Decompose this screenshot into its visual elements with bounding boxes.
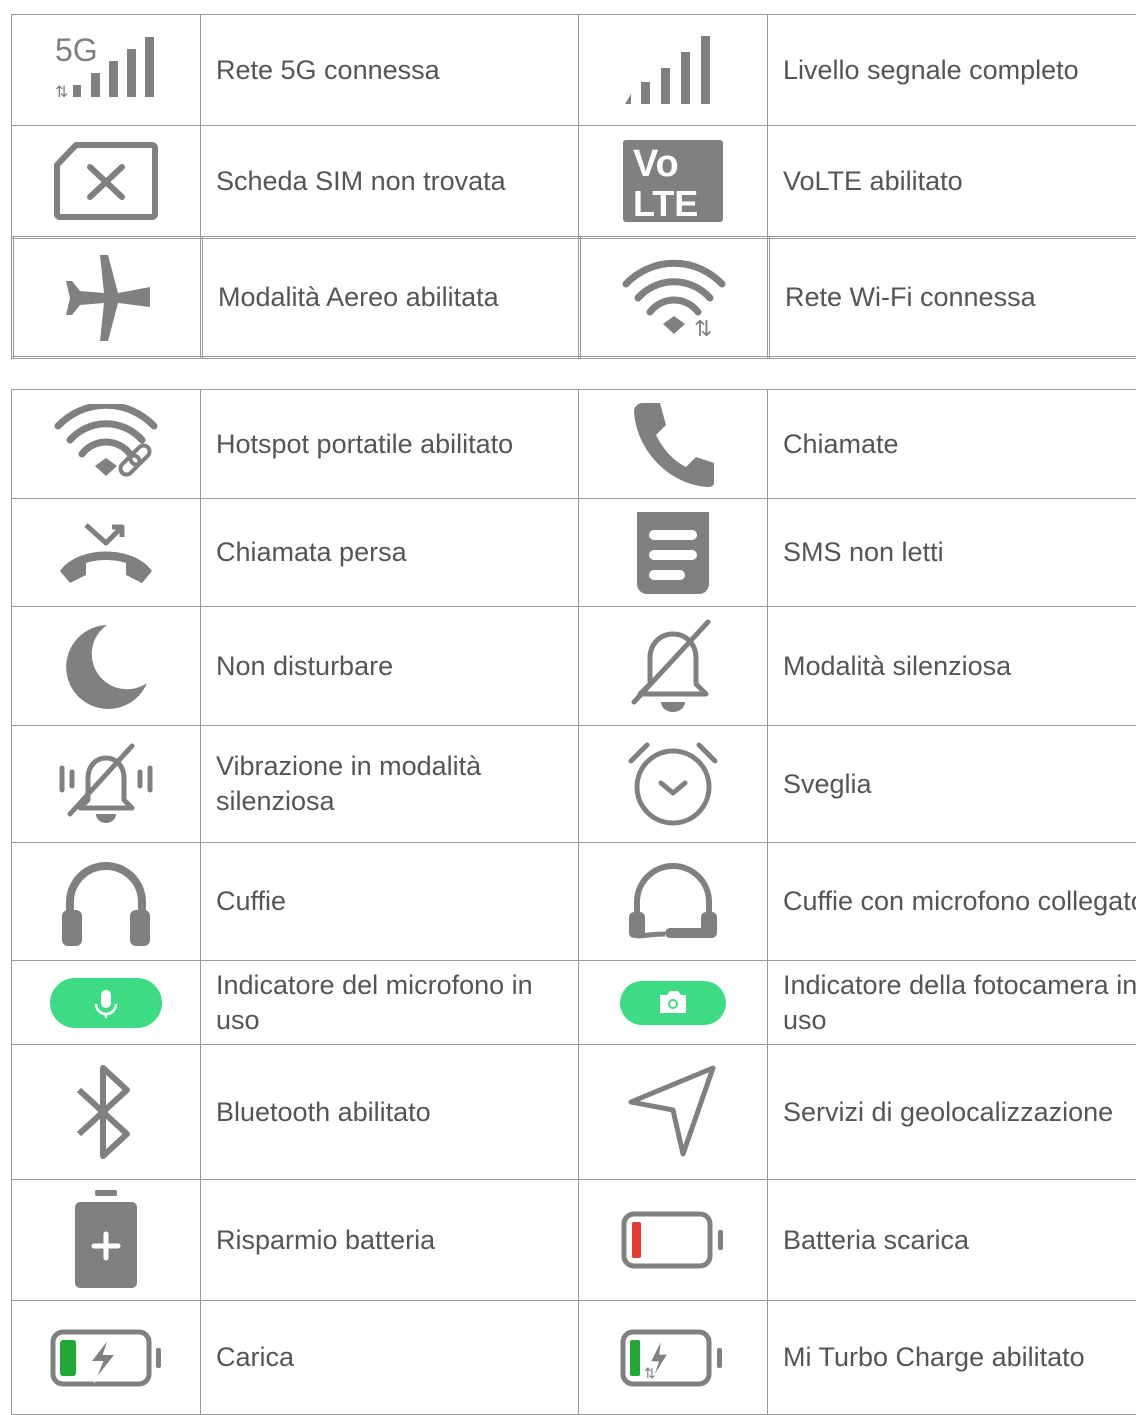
- moon-icon: [61, 621, 151, 711]
- icon-cell: Vo LTE: [579, 126, 768, 237]
- status-label: Non disturbare: [201, 607, 579, 726]
- battery-saver-icon: [73, 1190, 139, 1290]
- bell-off-icon: [628, 618, 718, 714]
- phone-icon: [628, 399, 718, 489]
- svg-text:⇅: ⇅: [55, 84, 68, 101]
- status-label: Modalità Aereo abilitata: [202, 238, 580, 358]
- wifi-icon: ⇅: [622, 258, 726, 338]
- icon-cell: [579, 726, 768, 843]
- table-row: Chiamata persa SMS non letti: [12, 499, 1136, 607]
- icon-cell: [579, 1180, 768, 1301]
- icon-cell: [12, 499, 201, 607]
- icon-cell: [579, 15, 768, 126]
- status-label: SMS non letti: [768, 499, 1136, 607]
- icon-cell: [12, 726, 201, 843]
- status-label: Indicatore del microfono in uso: [201, 961, 579, 1045]
- table-row: Risparmio batteria Batteria scarica: [12, 1180, 1136, 1301]
- table-row: Hotspot portatile abilitato Chiamate: [12, 390, 1136, 499]
- status-label: Rete Wi-Fi connessa: [769, 238, 1136, 358]
- svg-text:LTE: LTE: [633, 183, 698, 222]
- headphones-icon: [60, 856, 152, 948]
- table-row: Carica ⇅ Mi Turbo Charge abilitato: [12, 1301, 1136, 1415]
- table-row: Indicatore del microfono in uso Indicato…: [12, 961, 1136, 1045]
- status-label: Batteria scarica: [768, 1180, 1136, 1301]
- vibrate-silent-icon: [58, 742, 154, 826]
- status-label: Chiamate: [768, 390, 1136, 499]
- status-label: Modalità silenziosa: [768, 607, 1136, 726]
- status-label: Cuffie con microfono collegato: [768, 843, 1136, 961]
- icon-cell: [12, 390, 201, 499]
- location-icon: [627, 1064, 719, 1160]
- status-label: Rete 5G connessa: [201, 15, 579, 126]
- status-label: Vibrazione in modalità silenziosa: [201, 726, 579, 843]
- status-label: VoLTE abilitato: [768, 126, 1136, 237]
- table-row: Non disturbare Modalità silenziosa: [12, 607, 1136, 726]
- status-label: Indicatore della fotocamera in uso: [768, 961, 1136, 1045]
- status-label: Livello segnale completo: [768, 15, 1136, 126]
- table-row: Cuffie Cuffie con microfono collegato: [12, 843, 1136, 961]
- icon-cell: [12, 126, 201, 237]
- table-row: 5G ⇅ Rete 5G connessa Livello segnale co…: [12, 15, 1136, 126]
- icon-cell: [579, 961, 768, 1045]
- table-row: Scheda SIM non trovata Vo LTE VoLTE abil…: [12, 126, 1136, 237]
- icon-cell: [12, 1180, 201, 1301]
- icon-cell: [12, 843, 201, 961]
- hotspot-icon: [54, 404, 158, 484]
- icon-cell: [579, 1045, 768, 1180]
- status-label: Hotspot portatile abilitato: [201, 390, 579, 499]
- table-row: Vibrazione in modalità silenziosa Svegli…: [12, 726, 1136, 843]
- status-label: Servizi di geolocalizzazione: [768, 1045, 1136, 1180]
- 5g-signal-icon: 5G ⇅: [51, 35, 161, 105]
- table-row: Bluetooth abilitato Servizi di geolocali…: [12, 1045, 1136, 1180]
- status-icons-table-1b: Modalità Aereo abilitata ⇅ Rete Wi-Fi co…: [11, 236, 1136, 359]
- sms-icon: [633, 508, 713, 598]
- status-icons-table-1: 5G ⇅ Rete 5G connessa Livello segnale co…: [11, 14, 1136, 237]
- battery-low-icon: [621, 1211, 725, 1269]
- icon-cell: [12, 1301, 201, 1415]
- svg-text:⇅: ⇅: [644, 1365, 656, 1381]
- icon-cell: [579, 843, 768, 961]
- status-label: Risparmio batteria: [201, 1180, 579, 1301]
- status-label: Mi Turbo Charge abilitato: [768, 1301, 1136, 1415]
- bluetooth-icon: [71, 1062, 141, 1162]
- svg-text:5G: 5G: [55, 35, 98, 68]
- status-label: Chiamata persa: [201, 499, 579, 607]
- icon-cell: [12, 1045, 201, 1180]
- status-label: Scheda SIM non trovata: [201, 126, 579, 237]
- alarm-icon: [625, 741, 721, 827]
- charging-icon: [50, 1328, 162, 1388]
- camera-indicator-icon: [620, 981, 726, 1025]
- sim-not-found-icon: [54, 141, 158, 221]
- status-label: Cuffie: [201, 843, 579, 961]
- status-label: Carica: [201, 1301, 579, 1415]
- airplane-icon: [62, 253, 152, 343]
- icon-cell: [12, 607, 201, 726]
- icon-cell: [13, 238, 202, 358]
- icon-cell: [579, 499, 768, 607]
- turbo-charge-icon: ⇅: [620, 1328, 726, 1388]
- icon-cell: [12, 961, 201, 1045]
- svg-text:Vo: Vo: [633, 143, 679, 185]
- icon-cell: [579, 607, 768, 726]
- status-label: Bluetooth abilitato: [201, 1045, 579, 1180]
- headset-mic-icon: [625, 862, 721, 942]
- missed-call-icon: [56, 521, 156, 585]
- signal-strength-icon: [623, 34, 723, 106]
- table-row: Modalità Aereo abilitata ⇅ Rete Wi-Fi co…: [13, 238, 1136, 358]
- icon-cell: ⇅: [580, 238, 769, 358]
- icon-cell: ⇅: [579, 1301, 768, 1415]
- volte-icon: Vo LTE: [623, 140, 723, 222]
- status-icons-table-2: Hotspot portatile abilitato Chiamate Chi…: [11, 389, 1136, 1415]
- mic-indicator-icon: [50, 978, 162, 1028]
- icon-cell: 5G ⇅: [12, 15, 201, 126]
- status-label: Sveglia: [768, 726, 1136, 843]
- svg-text:⇅: ⇅: [694, 316, 712, 338]
- icon-cell: [579, 390, 768, 499]
